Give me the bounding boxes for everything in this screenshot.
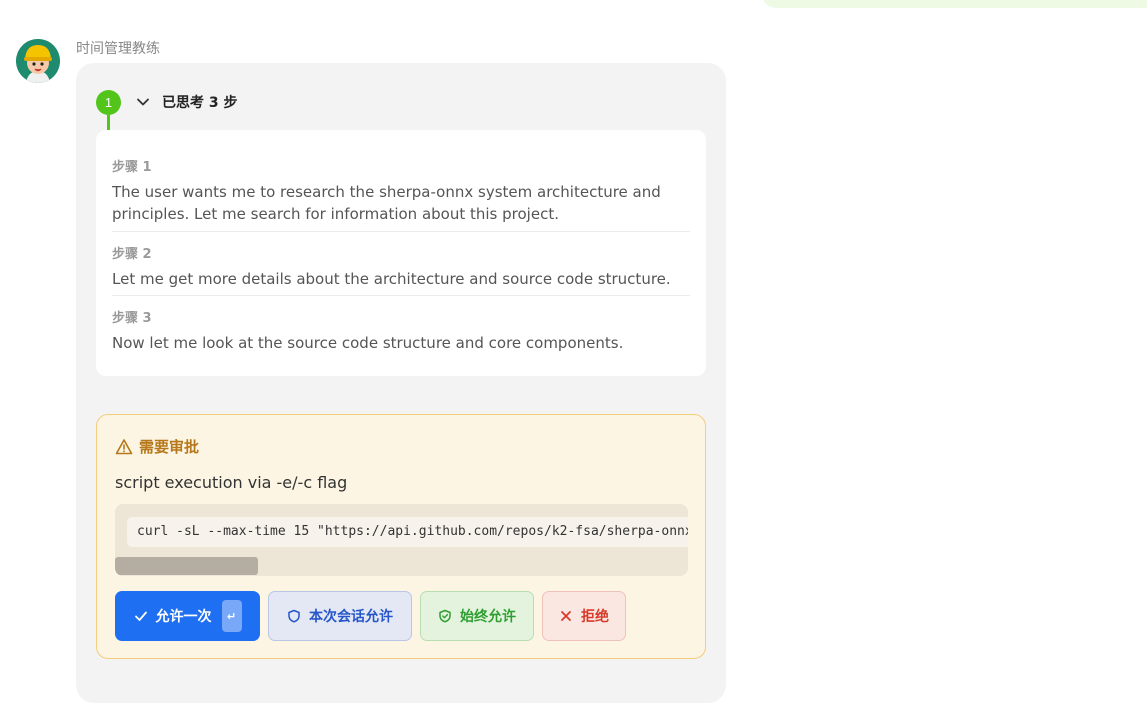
divider	[112, 231, 690, 232]
allow-once-label: 允许一次	[155, 609, 212, 625]
enter-key-hint: ↵	[221, 600, 242, 632]
thinking-step: 步骤 3 Now let me look at the source code …	[112, 307, 690, 354]
thinking-toggle-label: 已思考 3 步	[162, 95, 238, 111]
chevron-down-icon	[137, 98, 149, 106]
allow-session-button[interactable]: 本次会话允许	[268, 591, 412, 641]
close-icon	[561, 611, 571, 621]
approval-description: script execution via -e/-c flag	[115, 473, 348, 492]
cartoon-avatar-icon	[16, 39, 60, 83]
thinking-step: 步骤 1 The user wants me to research the s…	[112, 156, 690, 225]
shield-icon	[288, 609, 300, 623]
deny-label: 拒绝	[581, 609, 609, 625]
deny-button[interactable]: 拒绝	[542, 591, 626, 641]
assistant-message-bubble: 1 已思考 3 步 步骤 1 The user wants me to rese…	[76, 63, 726, 703]
step-text: Now let me look at the source code struc…	[112, 334, 624, 352]
approval-card: 需要审批 script execution via -e/-c flag cur…	[96, 414, 706, 659]
timeline-connector	[107, 115, 110, 130]
command-code-block: curl -sL --max-time 15 "https://api.gith…	[127, 517, 688, 547]
step-title: 步骤 1	[112, 160, 152, 175]
command-scroll-area[interactable]: curl -sL --max-time 15 "https://api.gith…	[115, 504, 688, 576]
approval-title: 需要审批	[139, 438, 200, 456]
avatar	[16, 39, 60, 83]
step-text: The user wants me to research the sherpa…	[112, 183, 661, 223]
warning-triangle-icon	[115, 438, 133, 454]
step-title: 步骤 2	[112, 247, 152, 262]
approval-header: 需要审批	[115, 436, 199, 457]
always-allow-label: 始终允许	[460, 609, 516, 625]
previous-user-message-bubble	[762, 0, 1147, 8]
divider	[112, 295, 690, 296]
thinking-step-badge: 1	[96, 90, 121, 115]
command-text: curl -sL --max-time 15 "https://api.gith…	[137, 524, 688, 539]
step-title: 步骤 3	[112, 311, 152, 326]
allow-session-label: 本次会话允许	[309, 609, 393, 625]
shield-check-icon	[439, 609, 451, 623]
sender-name: 时间管理教练	[76, 41, 160, 57]
horizontal-scrollbar-thumb[interactable]	[115, 557, 258, 575]
step-text: Let me get more details about the archit…	[112, 270, 671, 288]
check-icon	[134, 611, 147, 621]
thinking-step: 步骤 2 Let me get more details about the a…	[112, 243, 690, 290]
always-allow-button[interactable]: 始终允许	[420, 591, 534, 641]
allow-once-button[interactable]: 允许一次 ↵	[115, 591, 260, 641]
thinking-steps-panel: 步骤 1 The user wants me to research the s…	[96, 130, 706, 376]
thinking-toggle[interactable]: 已思考 3 步	[136, 92, 238, 112]
